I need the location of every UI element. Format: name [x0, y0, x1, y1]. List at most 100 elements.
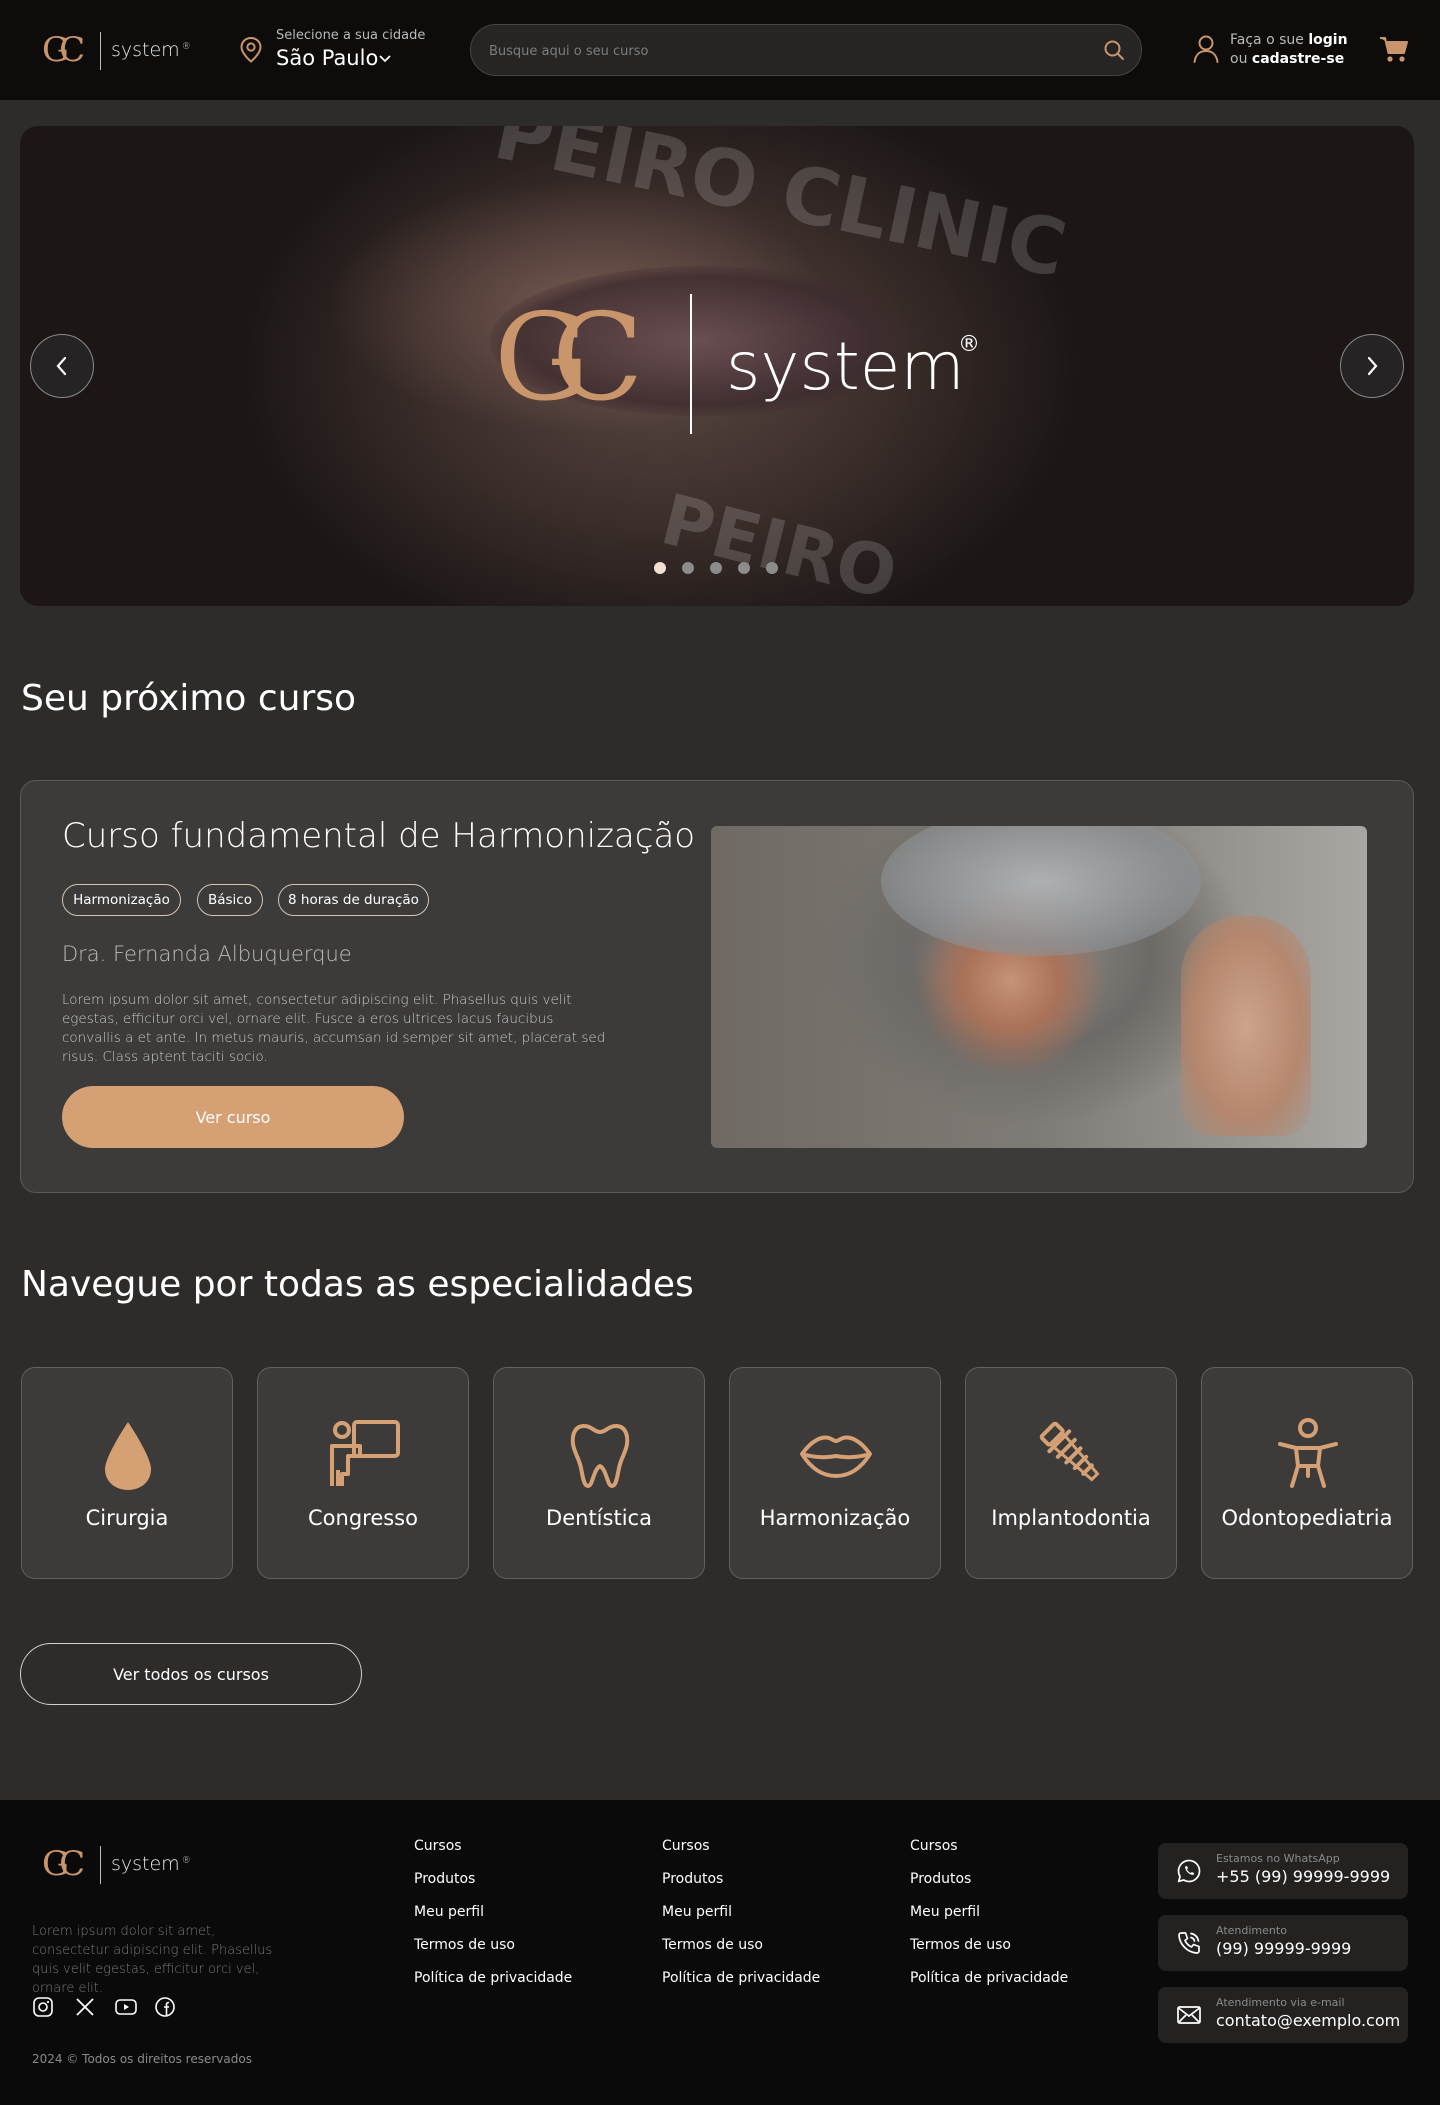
specialty-card-implantodontia[interactable]: Implantodontia	[965, 1367, 1177, 1579]
dental-implant-icon	[1039, 1421, 1100, 1482]
footer-link[interactable]: Termos de uso	[662, 1937, 882, 1970]
city-selector[interactable]: Selecione a sua cidade São Paulo	[238, 26, 438, 74]
logo-wordmark: system ®	[111, 1853, 191, 1875]
cart-icon[interactable]	[1379, 35, 1409, 63]
footer-column: Cursos Produtos Meu perfil Termos de uso…	[910, 1838, 1130, 2003]
chevron-left-icon	[56, 356, 67, 376]
signup-link[interactable]: cadastre-se	[1252, 51, 1344, 67]
account-link[interactable]: Faça o sue login ou cadastre-se	[1192, 30, 1352, 72]
lips-icon	[800, 1435, 872, 1478]
carousel-prev-button[interactable]	[30, 334, 94, 398]
logo-divider	[100, 1846, 101, 1884]
footer-link[interactable]: Meu perfil	[662, 1904, 882, 1937]
whatsapp-contact[interactable]: Estamos no WhatsApp +55 (99) 99999-9999	[1158, 1843, 1408, 1899]
hero-watermark-top: PEIRO CLINIC	[486, 126, 1074, 296]
site-header: GC system ® Selecione a sua cidade São Pa…	[0, 0, 1440, 100]
specialty-card-harmonizacao[interactable]: Harmonização	[729, 1367, 941, 1579]
child-icon	[1278, 1418, 1338, 1488]
next-course-heading: Seu próximo curso	[21, 678, 357, 719]
contact-label: Atendimento via e-mail	[1216, 1996, 1345, 2009]
specialty-label: Implantodontia	[991, 1506, 1151, 1530]
copyright: 2024 © Todos os direitos reservados	[32, 2052, 252, 2066]
specialty-label: Odontopediatria	[1221, 1506, 1393, 1530]
chevron-down-icon	[379, 55, 391, 63]
contact-value: contato@exemplo.com	[1216, 2011, 1401, 2030]
account-text: Faça o sue login ou cadastre-se	[1230, 32, 1348, 67]
specialty-label: Dentística	[546, 1506, 652, 1530]
footer-logo[interactable]: GC system ®	[42, 1842, 192, 1886]
x-icon[interactable]	[74, 1996, 96, 2018]
footer-link[interactable]: Política de privacidade	[414, 1970, 634, 2003]
footer-link[interactable]: Produtos	[662, 1871, 882, 1904]
search-bar	[470, 24, 1142, 76]
chevron-right-icon	[1367, 356, 1378, 376]
site-footer: GC system ® Lorem ipsum dolor sit amet, c…	[0, 1800, 1440, 2105]
hero-carousel: PEIRO CLINIC PEIRO GC system ®	[20, 126, 1414, 606]
footer-link[interactable]: Produtos	[414, 1871, 634, 1904]
footer-link[interactable]: Meu perfil	[414, 1904, 634, 1937]
footer-column: Cursos Produtos Meu perfil Termos de uso…	[414, 1838, 634, 2003]
carousel-dot[interactable]	[654, 562, 666, 574]
footer-link[interactable]: Cursos	[414, 1838, 634, 1871]
footer-link[interactable]: Termos de uso	[414, 1937, 634, 1970]
contact-value: +55 (99) 99999-9999	[1216, 1867, 1391, 1886]
specialty-card-congresso[interactable]: Congresso	[257, 1367, 469, 1579]
photo-hand-shape	[1181, 916, 1311, 1136]
contact-value: (99) 99999-9999	[1216, 1939, 1352, 1958]
carousel-dot[interactable]	[682, 562, 694, 574]
city-label: Selecione a sua cidade	[276, 28, 426, 43]
footer-column: Cursos Produtos Meu perfil Termos de uso…	[662, 1838, 882, 2003]
specialty-card-cirurgia[interactable]: Cirurgia	[21, 1367, 233, 1579]
view-all-courses-button[interactable]: Ver todos os cursos	[20, 1643, 362, 1705]
mail-icon	[1177, 2006, 1201, 2024]
social-links	[32, 1996, 192, 2020]
youtube-icon[interactable]	[114, 1996, 138, 2018]
instagram-icon[interactable]	[32, 1996, 54, 2018]
presenter-board-icon	[330, 1420, 400, 1486]
city-value: São Paulo	[276, 46, 379, 70]
email-contact[interactable]: Atendimento via e-mail contato@exemplo.c…	[1158, 1987, 1408, 2043]
hero-logo-divider	[690, 294, 692, 434]
user-icon	[1193, 35, 1219, 63]
carousel-dot[interactable]	[710, 562, 722, 574]
specialty-label: Cirurgia	[85, 1506, 169, 1530]
course-tag: 8 horas de duração	[278, 884, 429, 916]
contact-label: Estamos no WhatsApp	[1216, 1852, 1340, 1865]
logo-divider	[100, 32, 101, 70]
location-pin-icon	[240, 36, 262, 63]
phone-icon	[1178, 1932, 1200, 1954]
footer-link[interactable]: Cursos	[910, 1838, 1130, 1871]
footer-link[interactable]: Política de privacidade	[662, 1970, 882, 2003]
specialty-card-odontopediatria[interactable]: Odontopediatria	[1201, 1367, 1413, 1579]
facebook-icon[interactable]	[154, 1996, 176, 2018]
login-link[interactable]: login	[1308, 32, 1347, 48]
hero-logo-registered: ®	[958, 332, 980, 357]
footer-link[interactable]: Política de privacidade	[910, 1970, 1130, 2003]
hero-logo: GC system ®	[494, 289, 994, 434]
view-course-button[interactable]: Ver curso	[62, 1086, 404, 1148]
drop-icon	[105, 1422, 151, 1490]
footer-description: Lorem ipsum dolor sit amet, consectetur …	[32, 1924, 273, 1996]
site-logo[interactable]: GC system ®	[42, 28, 192, 72]
course-photo	[711, 826, 1367, 1148]
carousel-dots	[654, 562, 794, 576]
carousel-next-button[interactable]	[1340, 334, 1404, 398]
contact-label: Atendimento	[1216, 1924, 1287, 1937]
specialty-card-dentistica[interactable]: Dentística	[493, 1367, 705, 1579]
footer-link[interactable]: Meu perfil	[910, 1904, 1130, 1937]
carousel-dot[interactable]	[738, 562, 750, 574]
footer-link[interactable]: Produtos	[910, 1871, 1130, 1904]
carousel-dot[interactable]	[766, 562, 778, 574]
logo-monogram: GC	[42, 1844, 85, 1884]
specialty-label: Harmonização	[759, 1506, 911, 1530]
footer-link[interactable]: Termos de uso	[910, 1937, 1130, 1970]
course-instructor: Dra. Fernanda Albuquerque	[62, 942, 352, 966]
search-input[interactable]	[489, 39, 1069, 63]
search-icon[interactable]	[1103, 39, 1125, 61]
course-description: Lorem ipsum dolor sit amet, consectetur …	[62, 992, 606, 1065]
phone-contact[interactable]: Atendimento (99) 99999-9999	[1158, 1915, 1408, 1971]
course-tag: Básico	[197, 884, 263, 916]
hero-logo-monogram: GC	[494, 289, 644, 428]
photo-cap-shape	[881, 826, 1201, 956]
footer-link[interactable]: Cursos	[662, 1838, 882, 1871]
